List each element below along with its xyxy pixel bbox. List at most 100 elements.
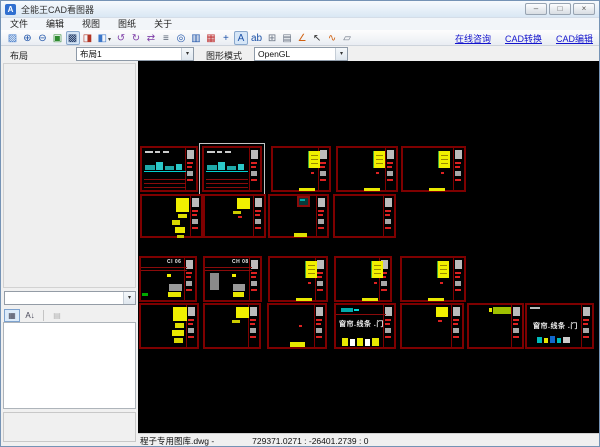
frame-mark (320, 171, 326, 176)
rotate-left-icon[interactable]: ↺ (114, 31, 128, 45)
frame-mark (175, 227, 185, 233)
categorized-view-button[interactable]: ▦ (4, 308, 20, 322)
frame-mark (251, 276, 256, 278)
drawing-frame[interactable] (401, 146, 466, 192)
menu-item-1[interactable]: 编辑 (37, 18, 73, 30)
drawing-frame[interactable] (400, 303, 464, 349)
frame-mark (175, 323, 184, 328)
drawing-frame[interactable] (400, 256, 466, 302)
text-tool-icon[interactable]: A (233, 30, 248, 45)
full-extent-icon[interactable]: ▩ (65, 30, 80, 45)
frame-mark (311, 159, 318, 160)
circle-tool-icon[interactable]: ◎ (174, 31, 188, 45)
property-list[interactable] (3, 322, 136, 409)
drawing-frame[interactable] (139, 303, 199, 349)
toolbar-link-0[interactable]: 在线咨询 (455, 32, 491, 45)
frame-mark (441, 155, 448, 156)
frame-mark (318, 219, 324, 224)
menu-item-4[interactable]: 关于 (145, 18, 181, 30)
menu-item-0[interactable]: 文件 (1, 18, 37, 30)
maximize-button[interactable]: □ (549, 3, 571, 15)
options-row: 布局 布局1 ▾ 图形模式 OpenGL ▾ (1, 47, 599, 61)
drawing-frame[interactable] (467, 303, 524, 349)
frame-mark (544, 338, 548, 343)
frame-mark (144, 187, 186, 188)
drawing-frame[interactable] (140, 194, 203, 238)
cad-canvas[interactable]: CI 06 CH 08 窗帘.线条 .门 窗帘.线条 .门 (138, 61, 599, 433)
page-setup-icon[interactable]: ⊞ (265, 31, 279, 45)
background-color-icon[interactable]: ◨ (81, 31, 95, 45)
polyline-icon[interactable]: ∿ (325, 31, 339, 45)
mirror-icon[interactable]: ⇄ (144, 31, 158, 45)
select-cursor-icon[interactable]: ↖ (310, 31, 324, 45)
drawing-frame[interactable]: CH 08 (203, 256, 262, 302)
chevron-down-icon[interactable]: ▾ (335, 48, 347, 60)
frame-mark (438, 320, 442, 322)
chevron-down-icon[interactable]: ▾ (123, 292, 135, 304)
drawing-frame[interactable]: CI 06 (139, 256, 197, 302)
frame-mark (429, 188, 445, 191)
rotate-right-icon[interactable]: ↻ (129, 31, 143, 45)
toolbar-link-1[interactable]: CAD转换 (505, 32, 542, 45)
open-file-icon[interactable]: ▨ (6, 31, 20, 45)
menu-item-3[interactable]: 图纸 (109, 18, 145, 30)
graphics-mode-dropdown[interactable]: OpenGL ▾ (254, 47, 348, 61)
frame-mark (316, 319, 322, 321)
palette-icon[interactable]: ▦ (204, 31, 218, 45)
zoom-in-icon[interactable]: ⊕ (21, 31, 35, 45)
drawing-frame[interactable] (271, 146, 331, 192)
copy-icon[interactable]: ▱ (340, 31, 354, 45)
drawing-frame[interactable] (203, 194, 266, 238)
drawing-frame[interactable] (333, 194, 396, 238)
annotate-icon[interactable]: ab (249, 31, 264, 45)
close-button[interactable]: × (573, 3, 595, 15)
drawing-frame-selected[interactable] (199, 143, 265, 195)
sort-alphabetical-button[interactable]: A↓ (22, 309, 38, 322)
frame-mark (455, 276, 460, 278)
drawing-frame[interactable] (203, 303, 261, 349)
drawing-frame[interactable] (140, 146, 198, 192)
fit-view-icon[interactable]: ▣ (51, 31, 65, 45)
minimize-button[interactable]: – (525, 3, 547, 15)
frame-mark (233, 292, 244, 297)
frame-mark (455, 150, 462, 159)
linetype-icon[interactable]: ▥ (189, 31, 203, 45)
frame-mark (563, 337, 570, 343)
frame-mark (176, 198, 189, 212)
layout-thumbnail-panel[interactable] (3, 63, 136, 288)
property-selector-dropdown[interactable]: ▾ (4, 291, 136, 305)
drawing-frame[interactable] (336, 146, 398, 192)
frame-mark (308, 273, 315, 274)
color-mode-icon[interactable]: ◧▾ (96, 31, 113, 45)
frame-mark (227, 166, 236, 170)
frame-mark (318, 210, 324, 212)
frame-mark (225, 151, 231, 153)
frame-mark (187, 162, 193, 164)
frame-mark (205, 267, 252, 268)
layout-dropdown[interactable]: 布局1 ▾ (76, 47, 194, 61)
frame-mark (218, 162, 225, 170)
frame-mark (251, 179, 257, 181)
drawing-frame[interactable] (268, 194, 329, 238)
zoom-out-icon[interactable]: ⊖ (36, 31, 50, 45)
print-icon[interactable]: ▤ (280, 31, 294, 45)
status-bar: 程子专用图库.dwg - 729371.0271 : -26401.2739 :… (138, 433, 599, 446)
frame-mark (172, 330, 184, 336)
drawing-frame[interactable] (334, 256, 392, 302)
drawing-frame[interactable]: 窗帘.线条 .门 (334, 303, 396, 349)
frame-mark (493, 307, 511, 314)
move-icon[interactable]: + (219, 31, 233, 45)
frame-mark (385, 328, 391, 333)
frame-mark (387, 162, 393, 164)
menu-item-2[interactable]: 视图 (73, 18, 109, 30)
frame-mark (255, 198, 262, 207)
layers-icon[interactable]: ≡ (159, 31, 173, 45)
drawing-frame[interactable]: 窗帘.线条 .门 (525, 303, 594, 349)
measure-angle-icon[interactable]: ∠ (295, 31, 309, 45)
chevron-down-icon[interactable]: ▾ (181, 48, 193, 60)
frame-mark (381, 281, 387, 286)
status-filename: 程子专用图库.dwg - (140, 435, 215, 446)
toolbar-link-2[interactable]: CAD编辑 (556, 32, 593, 45)
drawing-frame[interactable] (267, 303, 327, 349)
drawing-frame[interactable] (268, 256, 328, 302)
